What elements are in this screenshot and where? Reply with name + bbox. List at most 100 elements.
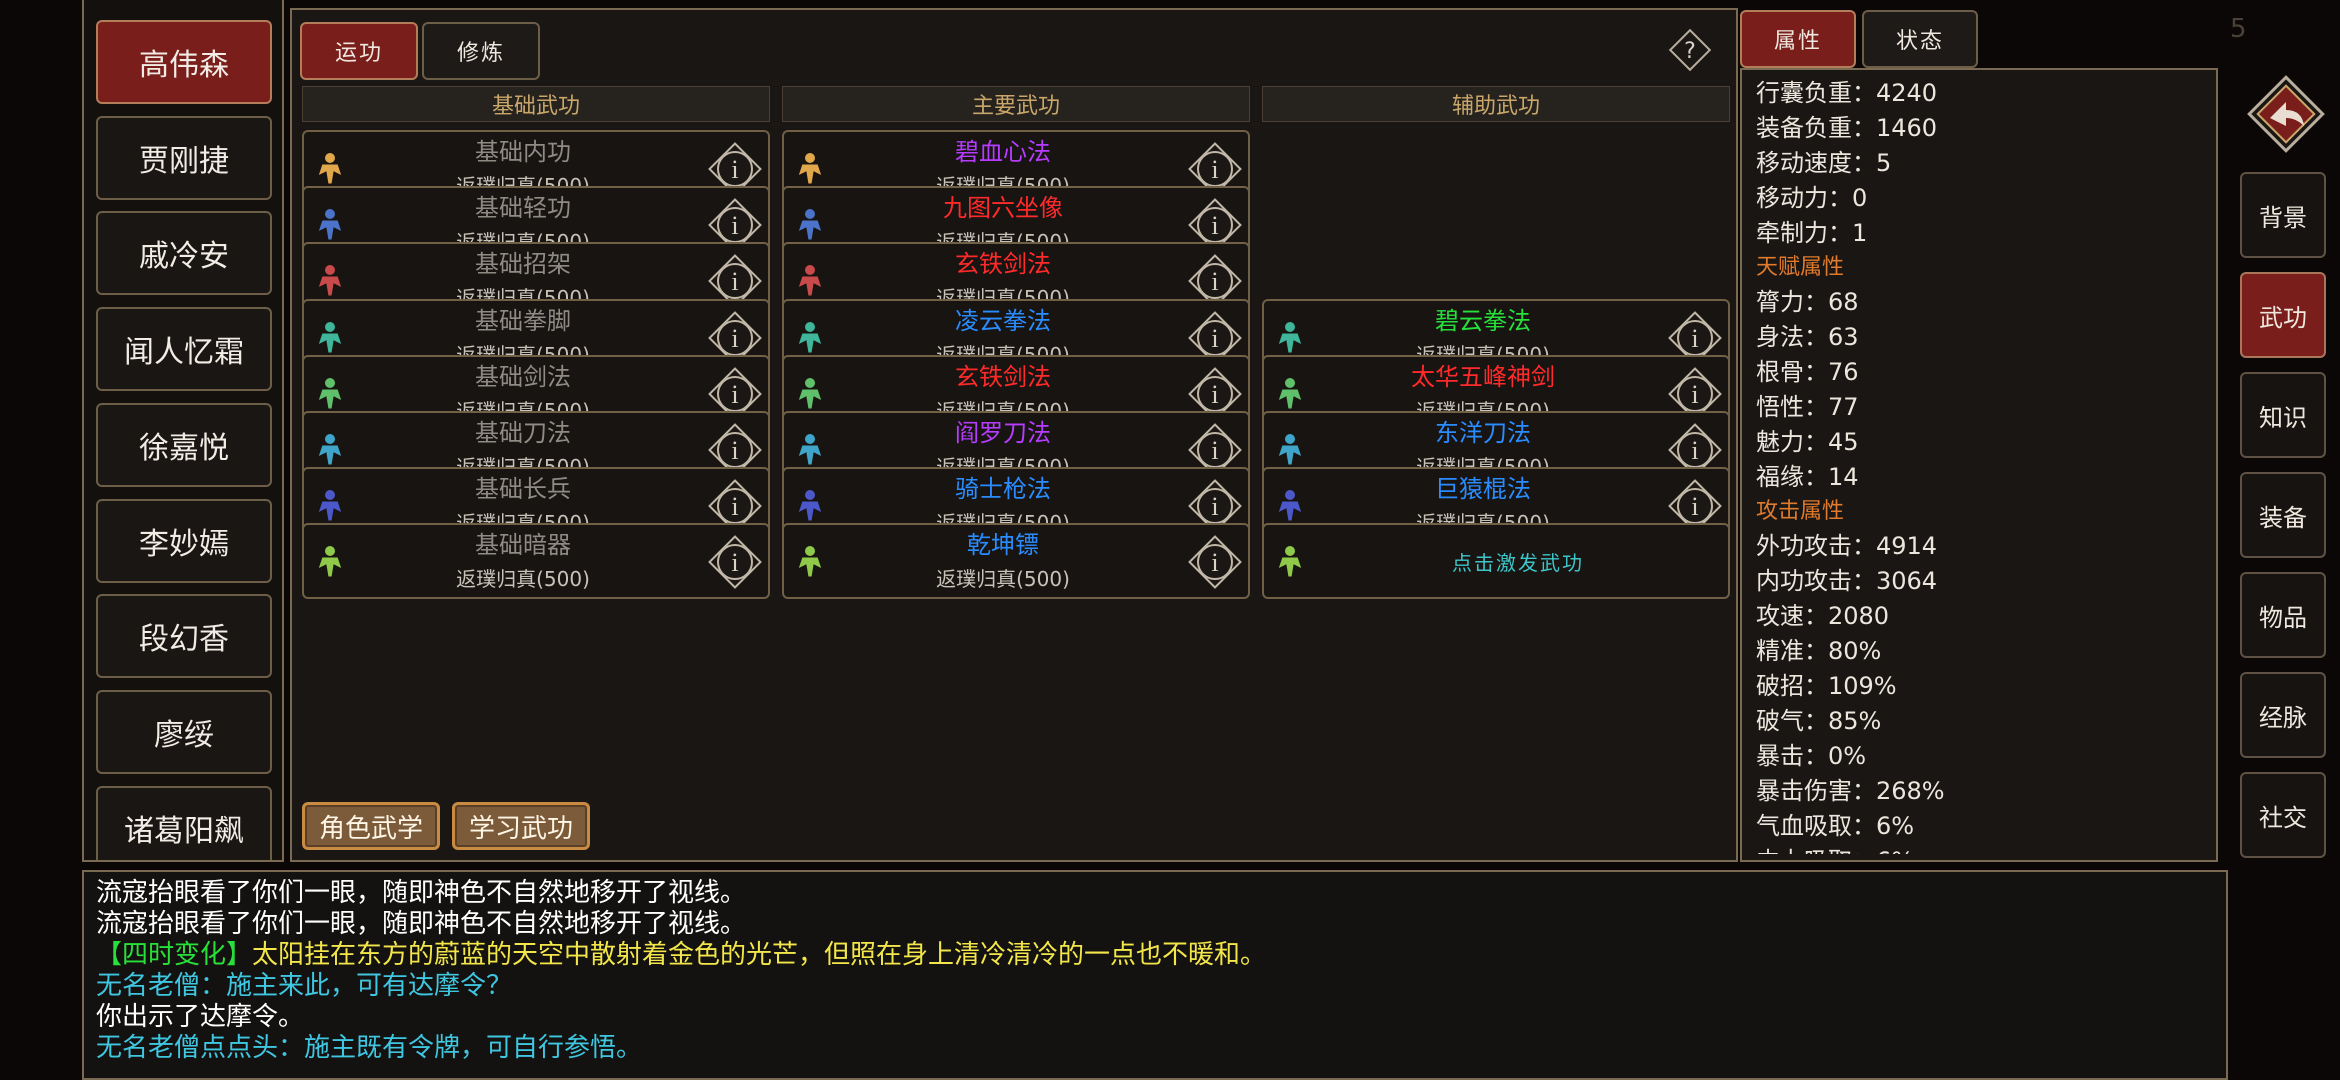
character-item[interactable]: 戚冷安 (96, 211, 272, 296)
log-text: 太阳挂在东方的蔚蓝的天空中散射着金色的光芒，但照在身上清冷清冷的一点也不暖和。 (252, 940, 1267, 970)
attribute-row: 精准：80% (1756, 637, 1882, 665)
lightness-icon (308, 202, 352, 246)
fist-icon (1268, 315, 1312, 359)
log-text: 无名老僧：施主来此，可有达摩令？ (96, 971, 513, 1001)
spear-icon (308, 483, 352, 527)
svg-text:i: i (731, 211, 738, 240)
svg-text:i: i (731, 548, 738, 577)
attribute-row: 魅力：45 (1756, 428, 1859, 456)
skill-level: 返璞归真(500) (936, 567, 1070, 592)
tab-xiulian[interactable]: 修炼 (422, 22, 540, 80)
blade-icon (308, 427, 352, 471)
character-item[interactable]: 廖绥 (96, 689, 272, 774)
character-item[interactable]: 闻人忆霜 (96, 307, 272, 392)
attribute-row: 福缘：14 (1756, 463, 1859, 491)
skill-name: 碧血心法 (955, 138, 1051, 166)
lightness-icon (317, 209, 343, 241)
attribute-list-box[interactable]: 行囊负重：4240 装备负重：1460 移动速度：5 移动力：0 牵制力：1 天赋属性 膂力… (1740, 68, 2218, 862)
svg-text:i: i (1691, 492, 1698, 521)
skill-name: 基础长兵 (475, 475, 571, 504)
spear-icon (1268, 483, 1312, 527)
skill-name: 玄铁剑法 (955, 362, 1051, 391)
help-label: ? (1684, 39, 1696, 64)
skill-name: 乾坤镖 (967, 531, 1039, 560)
skill-name: 基础轻功 (475, 194, 571, 223)
hidden-weapon-icon (788, 539, 832, 583)
tab-status[interactable]: 状态 (1862, 10, 1978, 68)
internal-icon (797, 153, 823, 185)
nav-button[interactable]: 装备 (2240, 472, 2326, 558)
attribute-row: 内功攻击：3064 (1756, 567, 1938, 595)
hidden-weapon-icon (317, 546, 343, 578)
attributes-panel: 属性 状态 行囊负重：4240 装备负重：1460 移动速度：5 移动力：0 牵制力：1… (1740, 8, 2224, 862)
attribute-row: 膂力：68 (1756, 288, 1859, 316)
attribute-row: 攻速：2080 (1756, 602, 1890, 630)
log-line: 无名老僧点点头：施主既有令牌，可自行参悟。 (96, 1033, 2214, 1064)
character-item[interactable]: 徐嘉悦 (96, 402, 272, 487)
internal-icon (317, 153, 343, 185)
back-arrow-icon (2247, 75, 2325, 153)
log-line: 无名老僧：施主来此，可有达摩令？ (96, 971, 2214, 1002)
blade-icon (788, 427, 832, 471)
spear-icon (797, 490, 823, 522)
svg-text:i: i (731, 324, 738, 353)
log-text: 你出示了达摩令。 (96, 1002, 305, 1032)
log-line: 流寇抬眼看了你们一眼，随即神色不自然地移开了视线。 (96, 909, 2214, 940)
hidden-weapon-icon (1268, 539, 1312, 583)
hidden-weapon-icon (308, 539, 352, 583)
attribute-row: 装备负重：1460 (1756, 114, 1938, 142)
spear-icon (1277, 490, 1303, 522)
svg-text:i: i (1211, 155, 1218, 184)
sword-icon (788, 371, 832, 415)
tab-attributes[interactable]: 属性 (1740, 10, 1856, 68)
aux-activate-slot[interactable]: 点击激发武功 (1262, 523, 1730, 600)
nav-button[interactable]: 背景 (2240, 172, 2326, 258)
character-item[interactable]: 段幻香 (96, 594, 272, 679)
nav-button[interactable]: 经脉 (2240, 672, 2326, 758)
log-line: 【四时变化】太阳挂在东方的蔚蓝的天空中散射着金色的光芒，但照在身上清冷清冷的一点… (96, 940, 2214, 971)
nav-button[interactable]: 社交 (2240, 772, 2326, 858)
fist-icon (788, 315, 832, 359)
attribute-row: 悟性：77 (1756, 393, 1859, 421)
nav-button[interactable]: 物品 (2240, 572, 2326, 658)
skill-name: 基础拳脚 (475, 306, 571, 335)
spear-icon (317, 490, 343, 522)
learn-skills-button[interactable]: 学习武功 (452, 802, 590, 850)
parry-icon (308, 258, 352, 302)
character-item[interactable]: 诸葛阳飙 (96, 785, 272, 860)
skill-name: 基础刀法 (475, 419, 571, 447)
col-header-main: 主要武功 (782, 86, 1250, 122)
svg-text:i: i (731, 492, 738, 521)
attribute-row: 移动速度：5 (1756, 149, 1892, 177)
help-icon[interactable]: ? (1666, 26, 1714, 74)
skill-slot[interactable]: 基础暗器 返璞归真(500) i (302, 523, 770, 600)
parry-icon (788, 258, 832, 302)
info-icon[interactable]: i (1184, 531, 1246, 593)
character-item[interactable]: 贾刚捷 (96, 115, 272, 200)
fist-icon (797, 321, 823, 354)
skill-name: 骑士枪法 (955, 475, 1051, 504)
nav-button[interactable]: 武功 (2240, 272, 2326, 358)
nav-button[interactable]: 知识 (2240, 372, 2326, 458)
role-skills-button[interactable]: 角色武学 (302, 802, 440, 850)
fist-icon (1277, 321, 1303, 354)
skill-name: 基础内功 (475, 138, 571, 166)
svg-text:i: i (731, 267, 738, 296)
svg-text:i: i (1211, 267, 1218, 296)
tab-yungong[interactable]: 运功 (300, 22, 418, 80)
svg-text:i: i (1691, 380, 1698, 409)
attribute-section-title: 攻击属性 (1756, 499, 1845, 524)
character-item[interactable]: 高伟森 (96, 20, 272, 104)
back-button[interactable] (2240, 68, 2332, 160)
info-icon[interactable]: i (704, 531, 766, 593)
svg-text:i: i (1211, 436, 1218, 465)
parry-icon (797, 265, 823, 297)
col-header-aux: 辅助武功 (1262, 86, 1730, 122)
message-log[interactable]: 流寇抬眼看了你们一眼，随即神色不自然地移开了视线。 流寇抬眼看了你们一眼，随即神色… (82, 870, 2228, 1080)
skill-slot[interactable]: 乾坤镖返璞归真(500) i (782, 523, 1250, 600)
col-header-basic: 基础武功 (302, 86, 770, 122)
character-item[interactable]: 李妙嫣 (96, 498, 272, 583)
sword-icon (797, 377, 823, 410)
hidden-weapon-icon (797, 546, 823, 578)
attribute-row: 移动力：0 (1756, 184, 1868, 212)
